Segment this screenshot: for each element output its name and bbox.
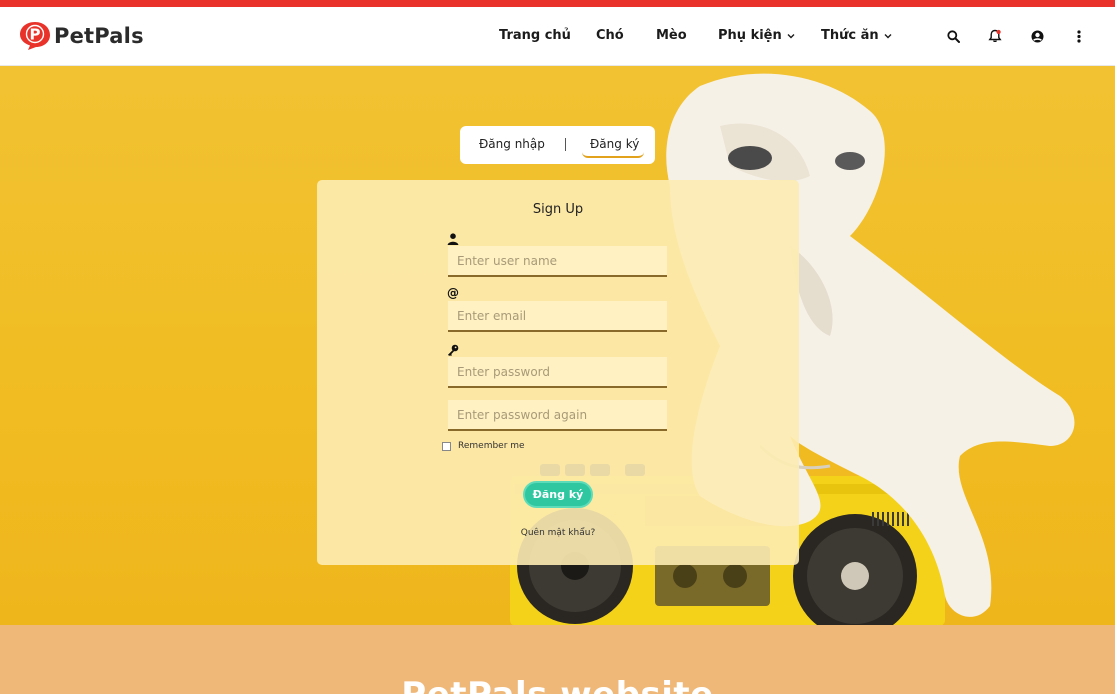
chevron-down-icon [884, 33, 892, 38]
password-confirm-input[interactable] [448, 400, 667, 431]
tab-divider [565, 138, 566, 151]
at-sign-icon: @ [447, 286, 459, 300]
nav-item-label: Trang chủ [499, 28, 571, 43]
nav-item-home[interactable]: Trang chủ [499, 28, 571, 43]
password-input[interactable] [448, 357, 667, 388]
active-tab-underline [582, 152, 644, 158]
signup-submit-button[interactable]: Đăng ký [523, 481, 593, 508]
user-icon [447, 233, 459, 245]
footer-title: PetPals website [0, 675, 1115, 694]
auth-tabs: Đăng nhập Đăng ký [460, 126, 655, 164]
tab-signup[interactable]: Đăng ký [590, 137, 639, 151]
nav-item-accessories[interactable]: Phụ kiện [718, 28, 795, 43]
svg-text:P: P [30, 26, 41, 44]
remember-me-checkbox[interactable] [442, 441, 451, 451]
header: P PetPals Trang chủ Chó Mèo Phụ kiện Thứ… [0, 7, 1115, 66]
user-circle-icon[interactable] [1029, 27, 1045, 45]
brand-name: PetPals [54, 24, 144, 48]
top-accent-bar [0, 0, 1115, 7]
brand-logo[interactable]: P PetPals [19, 21, 144, 51]
footer-section: PetPals website [0, 625, 1115, 694]
nav-item-label: Mèo [656, 28, 687, 43]
nav-item-label: Chó [596, 28, 624, 43]
petpals-logo-icon: P [19, 21, 51, 51]
remember-me[interactable]: Remember me [442, 441, 525, 451]
nav-item-label: Phụ kiện [718, 28, 782, 43]
chevron-down-icon [787, 33, 795, 38]
search-icon[interactable] [945, 27, 961, 45]
bell-icon[interactable] [987, 27, 1003, 45]
more-vertical-icon[interactable] [1071, 27, 1087, 45]
nav-item-cats[interactable]: Mèo [656, 28, 687, 43]
nav-item-dogs[interactable]: Chó [596, 28, 624, 43]
signup-form: Sign Up @ Remember me Đăng ký Quên mật k… [317, 180, 799, 565]
form-title: Sign Up [532, 202, 584, 217]
remember-me-label: Remember me [458, 441, 525, 451]
nav-item-food[interactable]: Thức ăn [821, 28, 892, 43]
email-input[interactable] [448, 301, 667, 332]
nav-item-label: Thức ăn [821, 28, 879, 43]
forgot-password-link[interactable]: Quên mật khẩu? [317, 528, 799, 538]
key-icon [448, 344, 459, 356]
username-input[interactable] [448, 246, 667, 277]
tab-login[interactable]: Đăng nhập [479, 137, 545, 151]
